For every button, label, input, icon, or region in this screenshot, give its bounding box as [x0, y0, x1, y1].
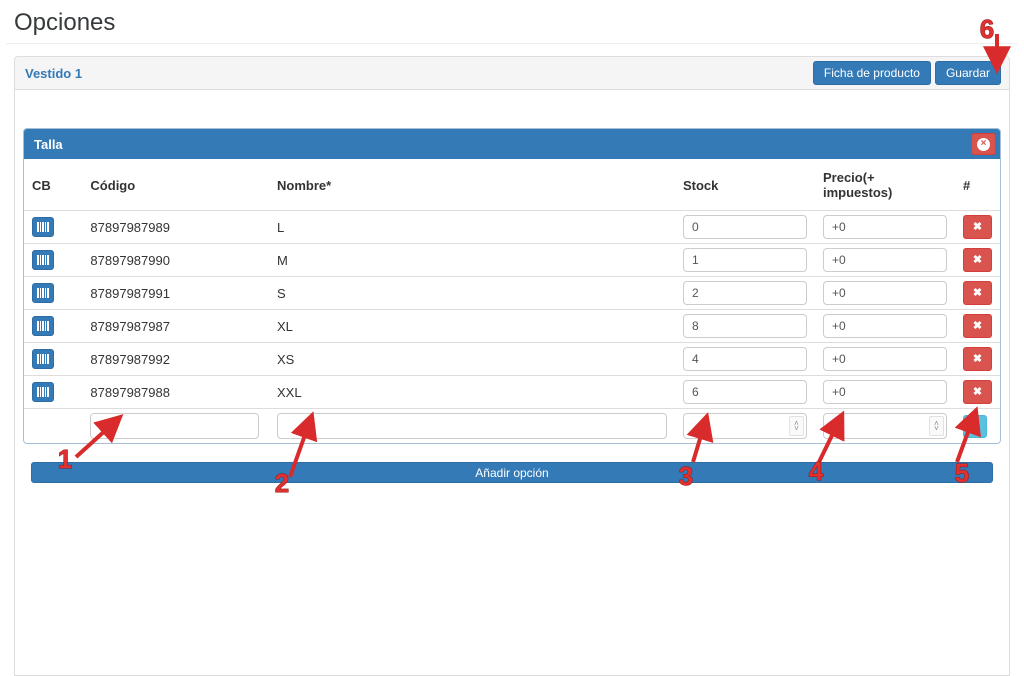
new-option-row: ˄ ˅ ˄ ˅ — [24, 409, 1000, 444]
column-header-stock: Stock — [675, 159, 815, 211]
table-row: 87897987989 L ✖ — [24, 211, 1000, 244]
remove-option-group-button[interactable]: × — [971, 133, 996, 155]
number-spinner-icon[interactable]: ˄ ˅ — [929, 416, 944, 436]
new-nombre-input[interactable] — [277, 413, 667, 439]
table-row: 87897987990 M ✖ — [24, 244, 1000, 277]
product-panel-header: Vestido 1 Ficha de producto Guardar — [15, 57, 1009, 90]
table-row: 87897987992 XS ✖ — [24, 343, 1000, 376]
delete-row-button[interactable]: ✖ — [963, 380, 992, 404]
new-row-cb-cell — [24, 409, 82, 444]
new-stock-field: ˄ ˅ — [683, 413, 807, 439]
nombre-value: L — [269, 211, 675, 244]
column-header-actions: # — [955, 159, 1000, 211]
precio-input[interactable] — [823, 314, 947, 338]
guardar-button[interactable]: Guardar — [935, 61, 1001, 85]
table-row: 87897987988 XXL ✖ — [24, 376, 1000, 409]
product-header-buttons: Ficha de producto Guardar — [813, 61, 1001, 85]
new-precio-field: ˄ ˅ — [823, 413, 947, 439]
codigo-value: 87897987989 — [82, 211, 269, 244]
barcode-icon — [37, 255, 49, 265]
delete-row-button[interactable]: ✖ — [963, 314, 992, 338]
nombre-value: XS — [269, 343, 675, 376]
talla-table-body: 87897987989 L ✖ 87897987990 M ✖ — [24, 211, 1000, 444]
spinner-down-icon[interactable]: ˅ — [794, 426, 799, 431]
barcode-button[interactable] — [32, 217, 54, 237]
table-row: 87897987991 S ✖ — [24, 277, 1000, 310]
barcode-button[interactable] — [32, 283, 54, 303]
barcode-icon — [37, 354, 49, 364]
barcode-icon — [37, 387, 49, 397]
barcode-icon — [37, 222, 49, 232]
add-row-button[interactable]: + — [963, 415, 987, 438]
codigo-value: 87897987991 — [82, 277, 269, 310]
codigo-value: 87897987987 — [82, 310, 269, 343]
stock-input[interactable] — [683, 314, 807, 338]
talla-table: CB Código Nombre* Stock Precio(+ impuest… — [24, 159, 1000, 443]
precio-input[interactable] — [823, 380, 947, 404]
title-divider — [6, 43, 1018, 44]
anadir-opcion-button[interactable]: Añadir opción — [31, 462, 993, 483]
precio-input[interactable] — [823, 281, 947, 305]
column-header-precio: Precio(+ impuestos) — [815, 159, 955, 211]
delete-row-button[interactable]: ✖ — [963, 281, 992, 305]
stock-input[interactable] — [683, 380, 807, 404]
codigo-value: 87897987992 — [82, 343, 269, 376]
column-header-codigo: Código — [82, 159, 269, 211]
stock-input[interactable] — [683, 215, 807, 239]
stock-input[interactable] — [683, 347, 807, 371]
barcode-button[interactable] — [32, 382, 54, 402]
delete-row-button[interactable]: ✖ — [963, 347, 992, 371]
codigo-value: 87897987988 — [82, 376, 269, 409]
product-title-link[interactable]: Vestido 1 — [25, 66, 82, 81]
precio-input[interactable] — [823, 248, 947, 272]
page-title: Opciones — [14, 10, 1024, 36]
nombre-value: XL — [269, 310, 675, 343]
precio-input[interactable] — [823, 215, 947, 239]
column-header-cb: CB — [24, 159, 82, 211]
stock-input[interactable] — [683, 248, 807, 272]
barcode-button[interactable] — [32, 316, 54, 336]
number-spinner-icon[interactable]: ˄ ˅ — [789, 416, 804, 436]
ficha-de-producto-button[interactable]: Ficha de producto — [813, 61, 931, 85]
nombre-value: XXL — [269, 376, 675, 409]
talla-panel: Talla × CB Código Nombre* Stock Preci — [23, 128, 1001, 444]
precio-input[interactable] — [823, 347, 947, 371]
codigo-value: 87897987990 — [82, 244, 269, 277]
barcode-button[interactable] — [32, 250, 54, 270]
new-precio-input[interactable] — [830, 418, 929, 434]
circle-x-icon: × — [977, 138, 990, 151]
barcode-icon — [37, 321, 49, 331]
product-panel: Vestido 1 Ficha de producto Guardar Tall… — [14, 56, 1010, 676]
table-header-row: CB Código Nombre* Stock Precio(+ impuest… — [24, 159, 1000, 211]
product-panel-body: Talla × CB Código Nombre* Stock Preci — [15, 90, 1009, 483]
barcode-button[interactable] — [32, 349, 54, 369]
delete-row-button[interactable]: ✖ — [963, 215, 992, 239]
stock-input[interactable] — [683, 281, 807, 305]
spinner-down-icon[interactable]: ˅ — [934, 426, 939, 431]
column-header-nombre: Nombre* — [269, 159, 675, 211]
new-stock-input[interactable] — [690, 418, 789, 434]
talla-panel-title: Talla — [34, 137, 63, 152]
nombre-value: S — [269, 277, 675, 310]
new-codigo-input[interactable] — [90, 413, 259, 439]
delete-row-button[interactable]: ✖ — [963, 248, 992, 272]
table-row: 87897987987 XL ✖ — [24, 310, 1000, 343]
nombre-value: M — [269, 244, 675, 277]
talla-panel-header: Talla × — [24, 129, 1000, 159]
barcode-icon — [37, 288, 49, 298]
